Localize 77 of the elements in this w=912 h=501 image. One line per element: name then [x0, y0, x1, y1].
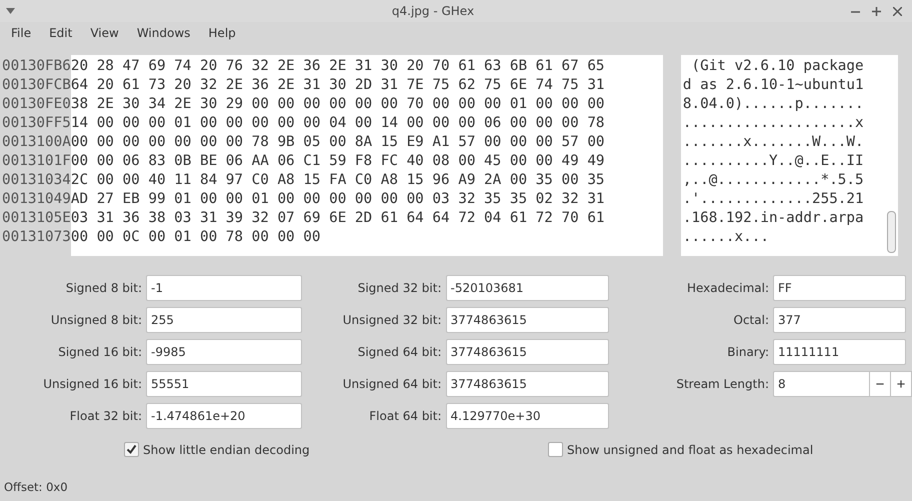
value-field[interactable]: 3774863615 — [446, 307, 609, 333]
menu-item[interactable]: View — [81, 26, 128, 40]
status-text: Offset: 0x0 — [4, 480, 68, 494]
value-field[interactable]: 11111111 — [773, 339, 906, 365]
offset-label: 00131034 — [2, 171, 71, 190]
field-label: Hexadecimal: — [686, 281, 770, 295]
ascii-text: .......x.......W...W. — [682, 133, 865, 152]
offset-label: 00130FF5 — [2, 114, 71, 133]
value-field[interactable]: 3774863615 — [446, 339, 609, 365]
hex-bytes: 20 28 47 69 74 20 76 32 2E 36 2E 31 30 20 70 61 63 6B 61 67 65 — [70, 57, 606, 76]
field-label: Unsigned 64 bit: — [342, 377, 443, 391]
value-field[interactable]: 4.129770e+30 — [446, 403, 609, 429]
offset-label: 00131073 — [2, 228, 71, 247]
decrement-button[interactable]: − — [870, 371, 891, 397]
hex-bytes: 14 00 00 00 01 00 00 00 00 00 04 00 14 00 00 00 06 00 00 00 78 — [70, 114, 606, 133]
value-field[interactable]: 255 — [146, 307, 302, 333]
checkbox[interactable] — [548, 442, 563, 457]
field-label: Binary: — [726, 345, 770, 359]
ascii-text: d as 2.6.10-1~ubuntu1 — [682, 76, 865, 95]
menu-item[interactable]: File — [2, 26, 40, 40]
menu-item[interactable]: Windows — [128, 26, 200, 40]
value-field[interactable]: 377 — [773, 307, 906, 333]
scrollbar-thumb[interactable] — [886, 211, 896, 253]
window-title: q4.jpg - GHex — [390, 4, 476, 18]
offset-label: 00130FE0 — [2, 95, 71, 114]
offset-label: 00131049 — [2, 190, 71, 209]
close-icon[interactable] — [893, 6, 902, 16]
offset-label: 0013105E — [2, 209, 71, 228]
ascii-text: ,..@............*.5.5 — [682, 171, 865, 190]
field-label: Stream Length: — [675, 377, 770, 391]
offset-label: 00130FB6 — [2, 57, 71, 76]
field-label: Float 64 bit: — [368, 409, 443, 423]
checkbox[interactable] — [124, 442, 139, 457]
offset-label: 0013101F — [2, 152, 71, 171]
field-label: Signed 32 bit: — [356, 281, 443, 295]
ascii-text: .'.............255.21 — [682, 190, 865, 209]
value-field[interactable]: -1.474861e+20 — [146, 403, 302, 429]
checkbox-label: Show unsigned and float as hexadecimal — [567, 442, 814, 456]
field-label: Signed 8 bit: — [64, 281, 143, 295]
ascii-text: .168.192.in-addr.arpa — [682, 209, 865, 228]
field-label: Octal: — [732, 313, 770, 327]
field-label: Unsigned 16 bit: — [42, 377, 143, 391]
ascii-text: 8.04.0)......p....... — [682, 95, 865, 114]
field-label: Float 32 bit: — [68, 409, 143, 423]
field-label: Signed 64 bit: — [356, 345, 443, 359]
hex-bytes: AD 27 EB 99 01 00 00 01 00 00 00 00 00 00 03 32 35 35 02 32 31 — [70, 190, 606, 209]
hex-panel[interactable] — [70, 55, 663, 256]
value-field[interactable]: 3774863615 — [446, 371, 609, 397]
value-field[interactable]: 55551 — [146, 371, 302, 397]
value-field[interactable]: -1 — [146, 275, 302, 301]
hex-bytes: 64 20 61 73 20 32 2E 36 2E 31 30 2D 31 7E 75 62 75 6E 74 75 31 — [70, 76, 606, 95]
menu-item[interactable]: Edit — [40, 26, 82, 40]
menu-item[interactable]: Help — [199, 26, 245, 40]
hex-bytes: 00 00 00 00 00 00 00 78 9B 05 00 8A 15 E9 A1 57 00 00 00 57 00 — [70, 133, 606, 152]
ascii-panel[interactable] — [680, 55, 884, 256]
increment-button[interactable]: + — [891, 371, 912, 397]
hex-bytes: 03 31 36 38 03 31 39 32 07 69 6E 2D 61 64 64 72 04 61 72 70 61 — [70, 209, 606, 228]
ascii-text: ..........Y..@..E..II — [682, 152, 865, 171]
hex-bytes: 38 2E 30 34 2E 30 29 00 00 00 00 00 00 70 00 00 00 01 00 00 00 — [70, 95, 606, 114]
checkbox-label: Show little endian decoding — [143, 442, 310, 456]
hex-bytes: 00 00 06 83 0B BE 06 AA 06 C1 59 F8 FC 40 08 00 45 00 00 49 49 — [70, 152, 606, 171]
field-label: Unsigned 32 bit: — [342, 313, 443, 327]
ascii-text: ....................x — [682, 114, 865, 133]
value-field[interactable]: FF — [773, 275, 906, 301]
window-menu-icon[interactable] — [6, 8, 15, 14]
field-label: Signed 16 bit: — [57, 345, 143, 359]
hex-bytes: 00 00 0C 00 01 00 78 00 00 00 — [70, 228, 322, 247]
maximize-icon[interactable] — [872, 6, 881, 16]
spin-field[interactable]: 8 — [773, 371, 870, 397]
value-field[interactable]: -520103681 — [446, 275, 609, 301]
ascii-text: ......x... — [682, 228, 770, 247]
value-field[interactable]: -9985 — [146, 339, 302, 365]
offset-label: 00130FCB — [2, 76, 71, 95]
hex-bytes: 2C 00 00 40 11 84 97 C0 A8 15 FA C0 A8 15 96 A9 2A 00 35 00 35 — [70, 171, 606, 190]
ascii-text: (Git v2.6.10 package — [690, 57, 865, 76]
offset-label: 0013100A — [2, 133, 71, 152]
field-label: Unsigned 8 bit: — [50, 313, 143, 327]
